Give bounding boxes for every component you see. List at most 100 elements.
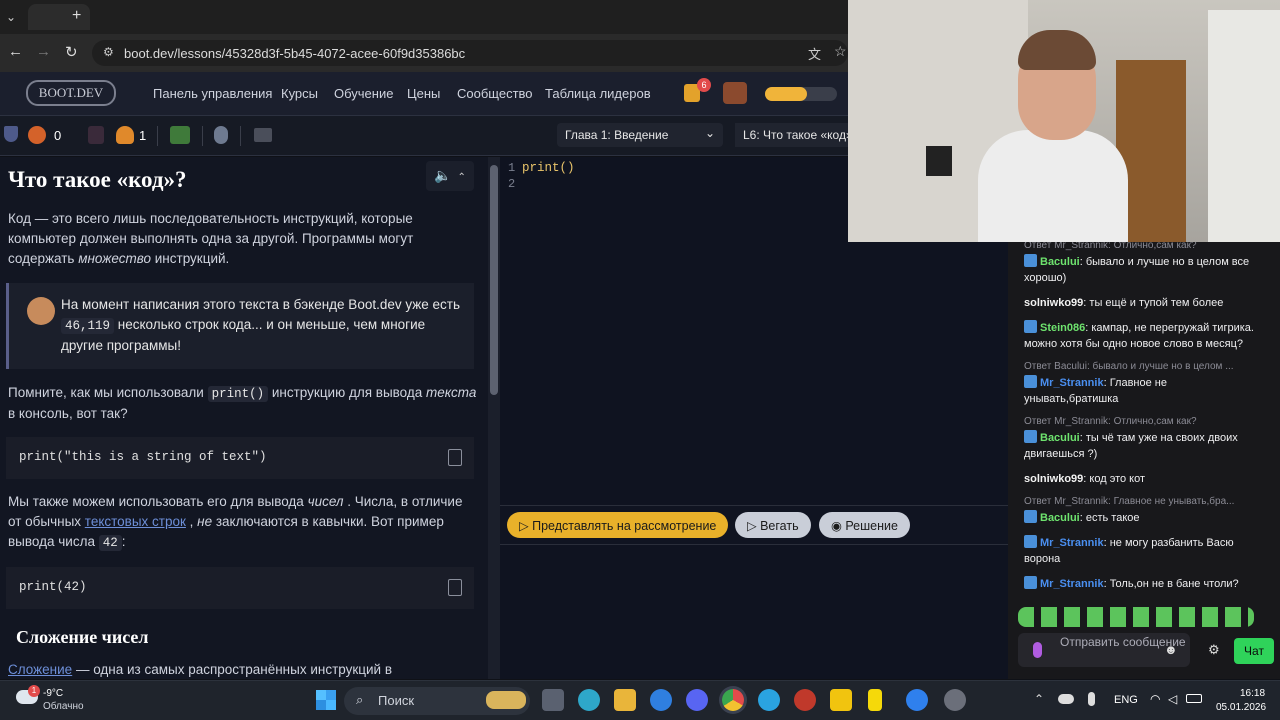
nav-leaderboard[interactable]: Таблица лидеров [545, 86, 651, 101]
clipboard-icon[interactable] [448, 449, 462, 466]
app-icon[interactable] [794, 689, 816, 711]
avatar[interactable] [723, 82, 747, 104]
chat-username[interactable]: solniwko99 [1024, 297, 1083, 309]
code-text: print(42) [19, 580, 87, 594]
potion-icon[interactable] [88, 126, 104, 144]
chapter-dropdown[interactable]: Глава 1: Введение ⌄ [557, 123, 723, 147]
task-view-icon[interactable] [542, 689, 564, 711]
text-span: несколько строк кода... и он меньше, чем… [61, 317, 426, 353]
bootdev-logo[interactable]: BOOT.DEV [26, 80, 116, 106]
app-icon[interactable] [906, 689, 928, 711]
clock-date[interactable]: 05.01.2026 [1216, 702, 1266, 713]
tray-chevron-icon[interactable]: ⌃ [1034, 692, 1044, 706]
submit-button[interactable]: ▷ Представлять на рассмотрение [507, 512, 729, 538]
edge-icon[interactable] [578, 689, 600, 711]
text-span: инструкций. [151, 251, 230, 266]
emphasis: текста [426, 385, 477, 400]
chat-username[interactable]: Bacului [1040, 432, 1080, 444]
app-icon[interactable] [944, 689, 966, 711]
editor-code[interactable]: print() [522, 161, 575, 175]
volume-icon[interactable]: ◁ [1168, 692, 1177, 706]
inline-code: 46,119 [61, 318, 115, 334]
wifi-icon[interactable]: ◠ [1150, 692, 1160, 706]
nav-courses[interactable]: Курсы [281, 86, 318, 101]
refrigerator [1208, 10, 1280, 242]
weather-temp[interactable]: -9°C [43, 688, 63, 699]
forward-icon[interactable]: → [36, 43, 51, 60]
lesson-dropdown[interactable]: L6: Что такое «код»? [735, 123, 848, 147]
code-block: print("this is a string of text") [6, 437, 474, 479]
file-explorer-icon[interactable] [614, 689, 636, 711]
language-indicator[interactable]: ENG [1114, 694, 1138, 706]
lesson-paragraph: Мы также можем использовать его для выво… [8, 492, 478, 553]
mic-tray-icon[interactable] [1088, 692, 1095, 706]
scrollbar-thumb[interactable] [490, 165, 498, 395]
divider [202, 126, 203, 146]
bookmark-star-icon[interactable]: ☆ [834, 43, 847, 60]
text-span: — одна из самых распространённых инструк… [72, 662, 393, 677]
chat-username[interactable]: Bacului [1040, 256, 1080, 268]
discord-icon[interactable] [686, 689, 708, 711]
chat-badge-icon [1024, 375, 1037, 388]
audio-toggle[interactable]: 🔈 ⌃ [426, 161, 474, 191]
site-info-icon[interactable]: ⚙ [103, 45, 114, 59]
flame-icon[interactable] [116, 126, 134, 144]
text-span: : [121, 534, 126, 549]
speaker-icon: 🔈 [434, 167, 452, 183]
tab-list-chevron-icon[interactable]: ⌄ [6, 10, 16, 24]
new-tab-button[interactable]: + [72, 7, 81, 25]
nav-pricing[interactable]: Цены [407, 86, 440, 101]
addition-link[interactable]: Сложение [8, 662, 72, 677]
strings-link[interactable]: текстовых строк [85, 514, 186, 529]
clipboard-icon[interactable] [448, 579, 462, 596]
lamp [926, 146, 952, 176]
browser-icon[interactable] [650, 689, 672, 711]
mic-icon[interactable] [1033, 642, 1042, 658]
lesson-title: Что такое «код»? [8, 167, 187, 192]
nav-learn[interactable]: Обучение [334, 86, 393, 101]
address-bar[interactable]: boot.dev/lessons/45328d3f-5b45-4072-acee… [92, 40, 848, 66]
chat-username[interactable]: Mr_Strannik [1040, 578, 1104, 590]
settings-icon[interactable]: ⚙ [1208, 642, 1220, 658]
chat-username[interactable]: Mr_Strannik [1040, 537, 1104, 549]
nav-community[interactable]: Сообщество [457, 86, 533, 101]
chat-username[interactable]: Mr_Strannik [1040, 377, 1104, 389]
notification-badge: 6 [697, 78, 711, 92]
chat-username[interactable]: Bacului [1040, 512, 1080, 524]
app-icon[interactable] [830, 689, 852, 711]
chat-send-button[interactable]: Чат [1234, 638, 1274, 664]
chat-username[interactable]: solniwko99 [1024, 473, 1083, 485]
emoji-icon[interactable]: ☻ [1164, 642, 1178, 657]
solution-button[interactable]: ◉ Решение [819, 512, 910, 538]
quote-text: На момент написания этого текста в бэкен… [61, 295, 465, 356]
clock-time[interactable]: 16:18 [1240, 688, 1265, 699]
windows-start-icon[interactable] [316, 690, 336, 710]
shield-icon[interactable] [4, 126, 18, 142]
chat-message: solniwko99: код это кот [1024, 471, 1264, 487]
chat-message: Bacului: есть такое [1024, 510, 1264, 526]
chest-icon[interactable] [254, 128, 272, 142]
flask-icon[interactable] [214, 126, 228, 144]
nav-dashboard[interactable]: Панель управления [153, 86, 272, 101]
chat-username[interactable]: Stein086 [1040, 322, 1085, 334]
gem-icon[interactable] [28, 126, 46, 144]
chat-message: Bacului: ты чё там уже на своих двоих дв… [1024, 430, 1264, 462]
sword-icon[interactable] [170, 126, 190, 144]
chrome-icon[interactable] [722, 689, 744, 711]
run-button[interactable]: ▷ Вегать [735, 512, 811, 538]
solution-label: Решение [845, 519, 898, 533]
reload-icon[interactable]: ↻ [65, 43, 78, 61]
translate-icon[interactable]: 文 [808, 44, 821, 63]
lesson-paragraph: Код — это всего лишь последовательность … [8, 209, 478, 269]
back-icon[interactable]: ← [8, 43, 23, 60]
emphasis: множество [78, 251, 152, 266]
app-icon[interactable] [868, 689, 882, 711]
cloud-icon[interactable] [1058, 694, 1074, 704]
line-number: 1 [508, 161, 516, 175]
chevron-down-icon: ⌄ [704, 126, 715, 140]
divider [157, 126, 158, 146]
battery-icon[interactable] [1186, 694, 1202, 703]
text-span: Мы также можем использовать его для выво… [8, 494, 308, 509]
telegram-icon[interactable] [758, 689, 780, 711]
chat-text: : есть такое [1079, 512, 1140, 524]
